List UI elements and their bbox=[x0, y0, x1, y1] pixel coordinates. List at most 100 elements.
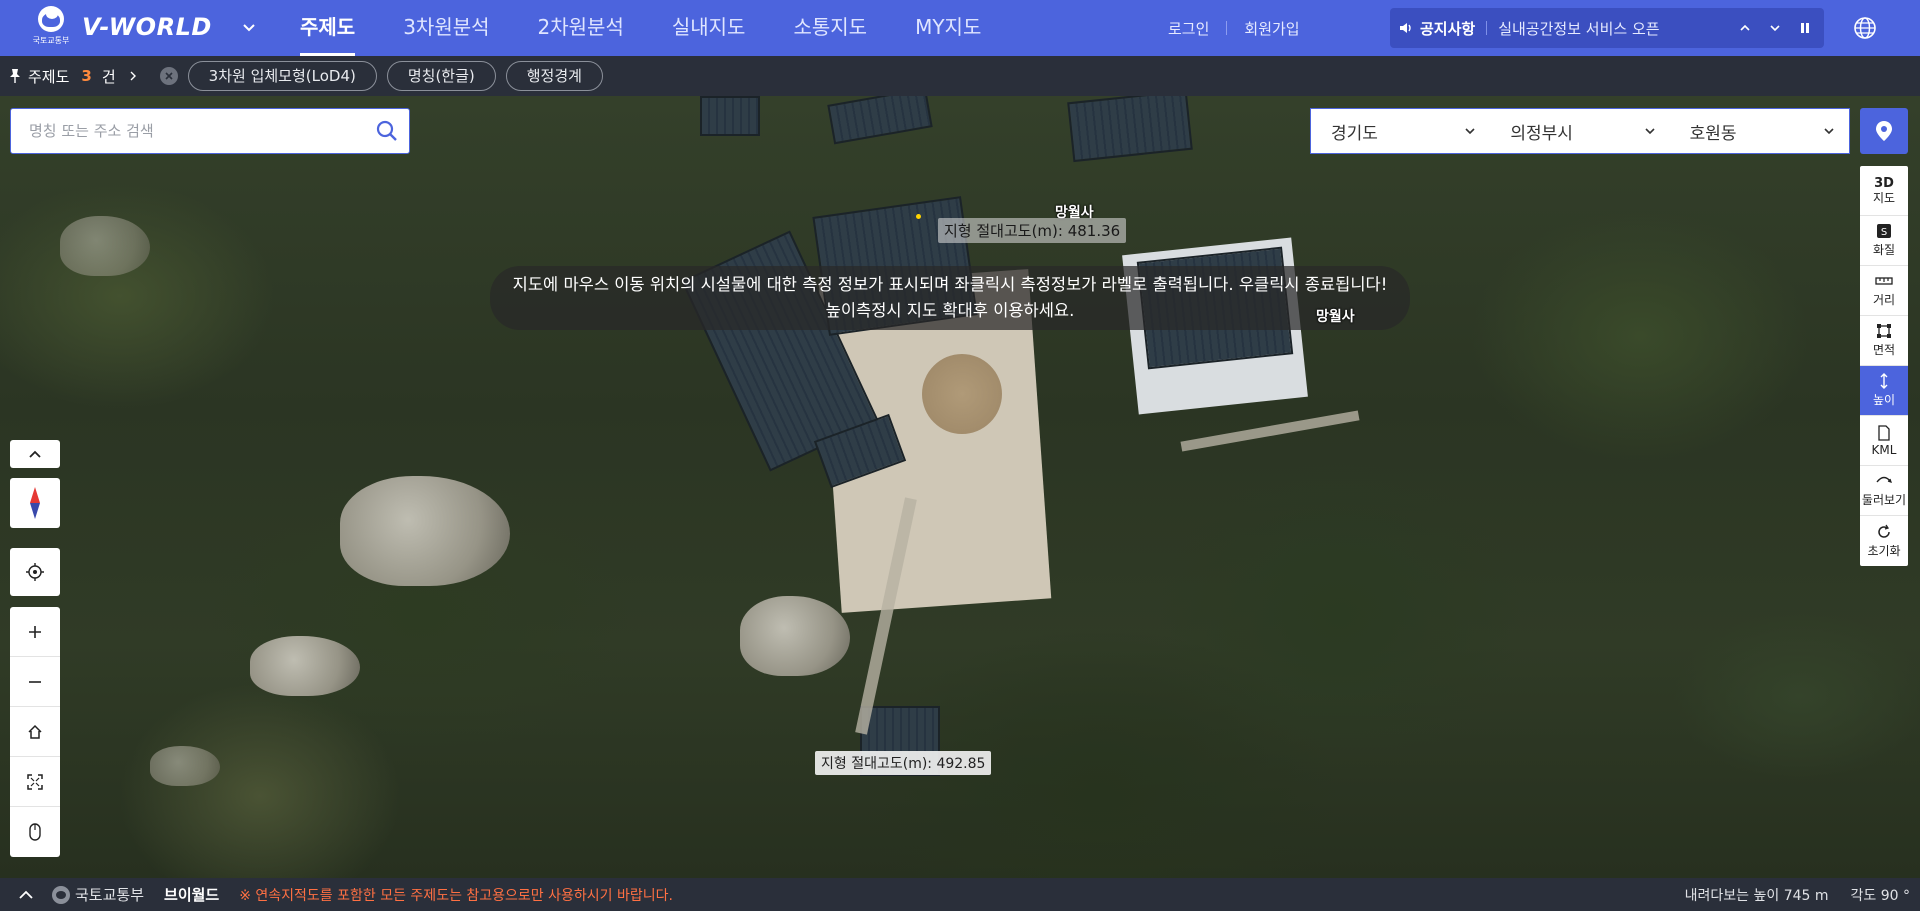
theme-map-count: 3 bbox=[81, 67, 92, 85]
tool-height[interactable]: 높이 bbox=[1860, 366, 1908, 416]
dong-select[interactable]: 호원동 bbox=[1670, 109, 1849, 153]
menu-item-theme-map[interactable]: 주제도 bbox=[300, 0, 356, 56]
tool-look-around[interactable]: 둘러보기 bbox=[1860, 466, 1908, 516]
region-selector: 경기도 의정부시 호원동 bbox=[1310, 108, 1850, 154]
map-canvas[interactable]: 지도에 마우스 이동 위치의 시설물에 대한 측정 정보가 표시되며 좌클릭시 … bbox=[0, 96, 1920, 878]
chevron-right-icon[interactable] bbox=[128, 71, 138, 81]
map-rock-feature bbox=[250, 636, 360, 696]
map-tools-panel: 3D 지도 S 화질 거리 면적 높이 KML 둘러보기 초기화 bbox=[1860, 166, 1908, 566]
clear-themes-button[interactable] bbox=[159, 67, 178, 85]
temple-building bbox=[1067, 96, 1193, 163]
tilt-up-button[interactable] bbox=[10, 440, 60, 468]
chevron-down-icon bbox=[1645, 128, 1655, 135]
home-view-button[interactable] bbox=[10, 707, 60, 757]
tool-height-label: 높이 bbox=[1872, 393, 1896, 407]
theme-chip-3d-model[interactable]: 3차원 입체모형(LoD4) bbox=[187, 61, 377, 91]
chevron-down-icon[interactable] bbox=[240, 18, 258, 36]
file-icon bbox=[1875, 424, 1893, 441]
province-select[interactable]: 경기도 bbox=[1311, 109, 1490, 153]
ministry-logo-link[interactable]: 국토교통부 bbox=[52, 884, 144, 905]
ministry-emblem-icon bbox=[52, 885, 70, 904]
notice-next-button[interactable] bbox=[1764, 17, 1786, 39]
map-rock-feature bbox=[740, 596, 850, 676]
view-height-readout: 내려다보는 높이 745 m bbox=[1684, 887, 1829, 904]
ministry-name: 국토교통부 bbox=[75, 886, 145, 904]
auth-links: 로그인 회원가입 bbox=[1168, 0, 1300, 56]
height-measure-label: 지형 절대고도(m): 481.36 bbox=[938, 218, 1127, 243]
status-bar: 국토교통부 브이월드 ※ 연속지적도를 포함한 모든 주제도는 참고용으로만 사… bbox=[0, 878, 1920, 911]
hint-line-1: 지도에 마우스 이동 위치의 시설물에 대한 측정 정보가 표시되며 좌클릭시 … bbox=[512, 275, 1388, 294]
city-select[interactable]: 의정부시 bbox=[1490, 109, 1669, 153]
menu-item-my-map[interactable]: MY지도 bbox=[915, 0, 981, 56]
compass-button[interactable] bbox=[10, 478, 60, 528]
height-arrow-icon bbox=[1875, 373, 1893, 389]
pause-icon bbox=[1801, 23, 1809, 33]
province-select-value: 경기도 bbox=[1331, 123, 1378, 144]
close-icon bbox=[165, 72, 173, 80]
government-logo[interactable]: 국토교통부 bbox=[26, 6, 76, 50]
globe-icon[interactable] bbox=[1852, 15, 1878, 41]
search-input[interactable] bbox=[11, 109, 365, 153]
chevron-up-icon bbox=[1740, 24, 1750, 31]
tool-reset[interactable]: 초기화 bbox=[1860, 516, 1908, 566]
chevron-up-icon[interactable] bbox=[18, 890, 34, 900]
temple-plaza bbox=[922, 354, 1002, 434]
menu-item-3d-analysis[interactable]: 3차원분석 bbox=[403, 0, 489, 56]
height-measure-hint: 지도에 마우스 이동 위치의 시설물에 대한 측정 정보가 표시되며 좌클릭시 … bbox=[490, 266, 1410, 330]
vworld-link[interactable]: 브이월드 bbox=[164, 884, 219, 905]
zoom-in-button[interactable] bbox=[10, 607, 60, 657]
map-rock-feature bbox=[150, 746, 220, 786]
tool-area-label: 면적 bbox=[1872, 343, 1896, 357]
notice-pause-button[interactable] bbox=[1794, 17, 1816, 39]
theme-chip-admin-boundary[interactable]: 행정경계 bbox=[505, 61, 603, 91]
chevron-down-icon bbox=[1770, 25, 1780, 32]
theme-chip-names[interactable]: 명칭(한글) bbox=[386, 61, 496, 91]
dong-select-value: 호원동 bbox=[1689, 123, 1737, 144]
my-location-button[interactable] bbox=[10, 548, 60, 596]
fullscreen-button[interactable] bbox=[10, 757, 60, 807]
tool-quality[interactable]: S 화질 bbox=[1860, 216, 1908, 266]
view-angle-readout: 각도 90 ° bbox=[1850, 887, 1910, 904]
search-icon bbox=[376, 120, 397, 141]
zoom-out-button[interactable] bbox=[10, 657, 60, 707]
theme-map-count-unit: 건 bbox=[101, 67, 116, 86]
notice-divider bbox=[1486, 21, 1488, 35]
vworld-brand-logo[interactable]: V-WORLD bbox=[82, 13, 212, 41]
minus-icon bbox=[29, 680, 41, 683]
plus-icon bbox=[29, 625, 41, 638]
top-navigation: 국토교통부 V-WORLD 주제도 3차원분석 2차원분석 실내지도 소통지도 … bbox=[0, 0, 1920, 56]
login-link[interactable]: 로그인 bbox=[1168, 18, 1209, 39]
auth-divider bbox=[1226, 21, 1228, 35]
home-icon bbox=[28, 724, 42, 739]
ruler-icon bbox=[1875, 273, 1893, 289]
notice-prev-button[interactable] bbox=[1734, 17, 1756, 39]
view-status: 내려다보는 높이 745 m 각도 90 ° bbox=[1685, 885, 1910, 905]
mouse-control-button[interactable] bbox=[10, 807, 60, 857]
chevron-down-icon bbox=[1465, 128, 1475, 135]
location-pin-icon bbox=[1876, 121, 1892, 141]
tool-3d-map[interactable]: 3D 지도 bbox=[1860, 166, 1908, 216]
place-label-mangwolsa[interactable]: 망월사 bbox=[1316, 306, 1355, 326]
search-button[interactable] bbox=[365, 109, 409, 153]
mouse-icon bbox=[29, 823, 41, 841]
region-move-button[interactable] bbox=[1860, 108, 1908, 154]
signup-link[interactable]: 회원가입 bbox=[1244, 18, 1299, 39]
tool-area[interactable]: 면적 bbox=[1860, 316, 1908, 366]
menu-item-indoor-map[interactable]: 실내지도 bbox=[672, 0, 746, 56]
measure-point-marker bbox=[916, 214, 921, 219]
theme-map-toolbar: 주제도 3 건 3차원 입체모형(LoD4) 명칭(한글) 행정경계 bbox=[0, 56, 1920, 96]
chevron-up-icon bbox=[29, 450, 41, 458]
menu-item-2d-analysis[interactable]: 2차원분석 bbox=[538, 0, 624, 56]
tool-quality-label: 화질 bbox=[1872, 243, 1896, 257]
government-logo-text: 국토교통부 bbox=[32, 36, 70, 45]
map-zoom-controls bbox=[10, 607, 60, 857]
crosshair-icon bbox=[26, 563, 44, 581]
tool-distance[interactable]: 거리 bbox=[1860, 266, 1908, 316]
notice-message-link[interactable]: 실내공간정보 서비스 오픈 bbox=[1498, 18, 1734, 39]
menu-item-community-map[interactable]: 소통지도 bbox=[793, 0, 867, 56]
tool-kml[interactable]: KML bbox=[1860, 416, 1908, 466]
hint-line-2: 높이측정시 지도 확대후 이용하세요. bbox=[825, 301, 1075, 320]
tool-look-around-label: 둘러보기 bbox=[1861, 493, 1907, 507]
disclaimer-text: ※ 연속지적도를 포함한 모든 주제도는 참고용으로만 사용하시기 바랍니다. bbox=[239, 887, 673, 904]
map-rock-feature bbox=[340, 476, 510, 586]
